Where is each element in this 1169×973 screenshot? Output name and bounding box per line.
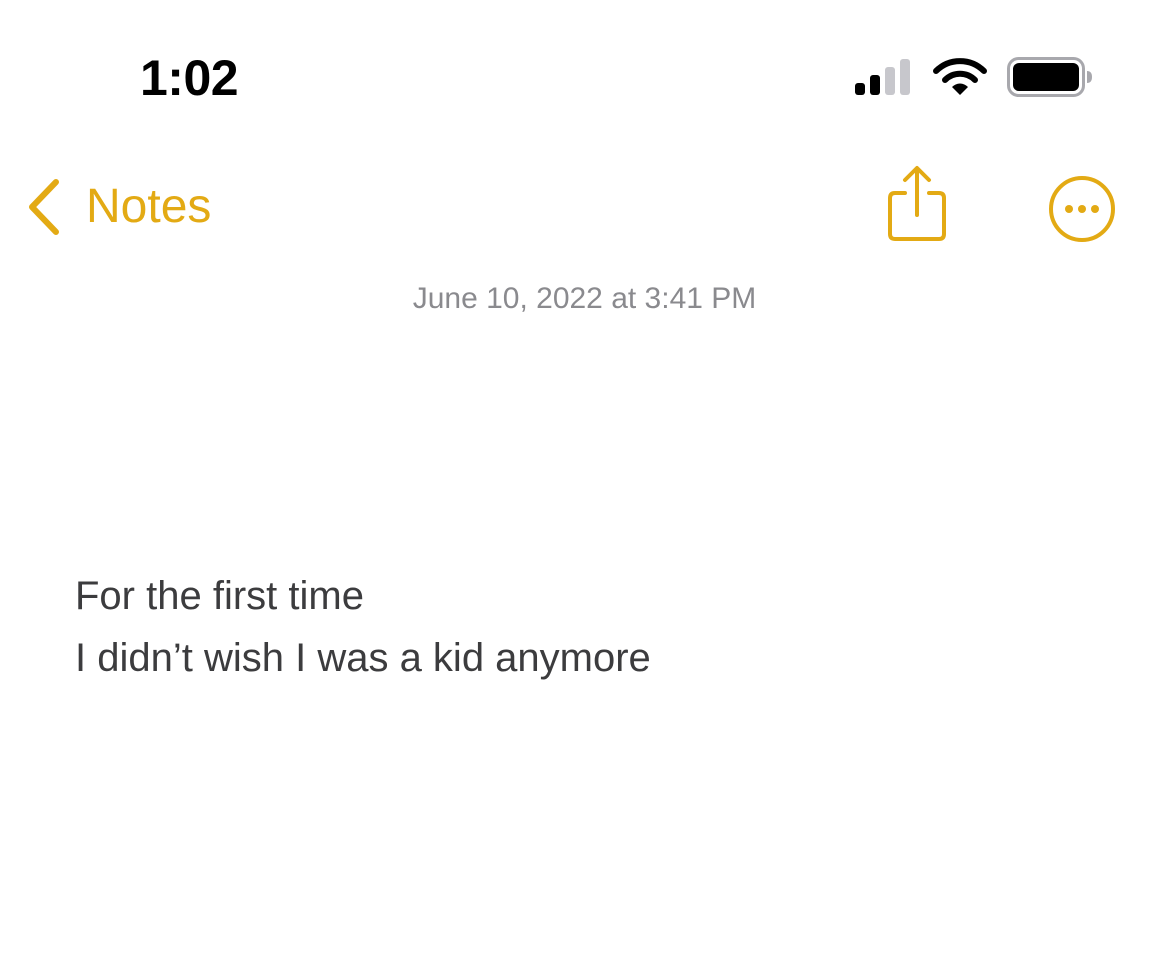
wifi-icon bbox=[933, 58, 987, 95]
note-line: For the first time bbox=[75, 574, 364, 618]
battery-icon bbox=[1007, 57, 1092, 97]
share-icon[interactable] bbox=[883, 163, 951, 245]
cellular-signal-icon bbox=[855, 59, 910, 95]
note-date: June 10, 2022 at 3:41 PM bbox=[412, 282, 757, 315]
chevron-left-icon bbox=[29, 179, 59, 235]
back-button-label: Notes bbox=[86, 180, 212, 233]
note-body[interactable]: For the first time I didn’t wish I was a… bbox=[75, 565, 651, 689]
ellipsis-circle-icon[interactable] bbox=[1045, 172, 1119, 246]
status-time: 1:02 bbox=[140, 50, 239, 106]
back-button[interactable]: Notes bbox=[22, 172, 211, 242]
note-line: I didn’t wish I was a kid anymore bbox=[75, 636, 651, 680]
